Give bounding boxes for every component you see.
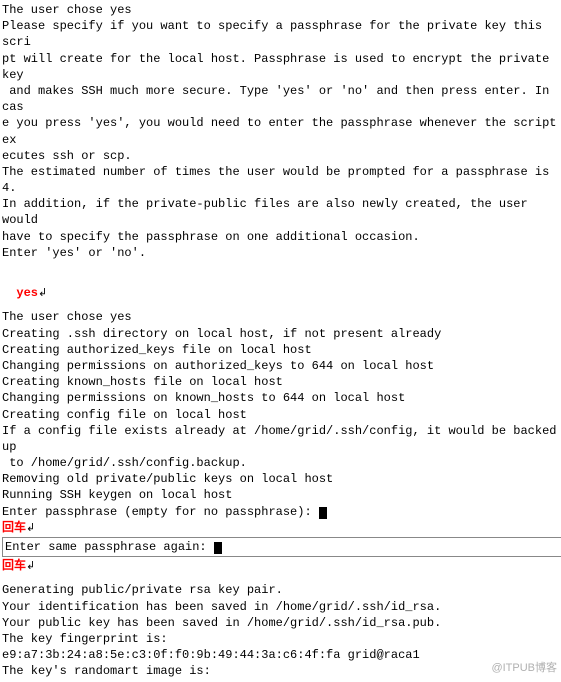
terminal-line: Creating authorized_keys file on local h… [2, 342, 561, 358]
confirm-passphrase-box[interactable]: Enter same passphrase again: [2, 537, 561, 557]
cursor-icon [214, 542, 222, 554]
newline-marker-icon: ↲ [26, 522, 35, 534]
annotation-line: 回车↲ [2, 520, 561, 536]
terminal-line: The key fingerprint is: [2, 631, 561, 647]
terminal-line: Creating config file on local host [2, 407, 561, 423]
terminal-output-block-1: The user chose yes Please specify if you… [2, 2, 561, 261]
terminal-line: Running SSH keygen on local host [2, 487, 561, 503]
terminal-line: e you press 'yes', you would need to ent… [2, 115, 561, 147]
terminal-line: to /home/grid/.ssh/config.backup. [2, 455, 561, 471]
confirm-passphrase-prompt-text: Enter same passphrase again: [5, 540, 214, 554]
terminal-line: If a config file exists already at /home… [2, 423, 561, 455]
terminal-line: pt will create for the local host. Passp… [2, 51, 561, 83]
terminal-line: Creating known_hosts file on local host [2, 374, 561, 390]
terminal-line: and makes SSH much more secure. Type 'ye… [2, 83, 561, 115]
terminal-line: The key's randomart image is: [2, 663, 561, 679]
terminal-line: The estimated number of times the user w… [2, 164, 561, 196]
annotation-label: 回车 [2, 559, 26, 573]
terminal-line: Enter 'yes' or 'no'. [2, 245, 561, 261]
terminal-line: Changing permissions on known_hosts to 6… [2, 390, 561, 406]
terminal-line: ecutes ssh or scp. [2, 148, 561, 164]
terminal-line: Creating .ssh directory on local host, i… [2, 326, 561, 342]
terminal-line: Please specify if you want to specify a … [2, 18, 561, 50]
newline-marker-icon: ↲ [26, 560, 35, 572]
user-input-line[interactable]: yes↲ [2, 269, 561, 301]
terminal-line: In addition, if the private-public files… [2, 196, 561, 228]
terminal-output-block-3: Generating public/private rsa key pair. … [2, 582, 561, 679]
terminal-line: The user chose yes [2, 2, 561, 18]
user-input-text: yes [16, 286, 38, 300]
terminal-line: Changing permissions on authorized_keys … [2, 358, 561, 374]
watermark-label: @ITPUB博客 [491, 661, 557, 676]
passphrase-prompt-line[interactable]: Enter passphrase (empty for no passphras… [2, 504, 561, 520]
terminal-line: The user chose yes [2, 309, 561, 325]
newline-marker-icon: ↲ [38, 287, 47, 299]
passphrase-prompt-text: Enter passphrase (empty for no passphras… [2, 505, 319, 519]
annotation-line: 回车↲ [2, 558, 561, 574]
terminal-line: Your identification has been saved in /h… [2, 599, 561, 615]
annotation-label: 回车 [2, 521, 26, 535]
terminal-line: Removing old private/public keys on loca… [2, 471, 561, 487]
terminal-line: have to specify the passphrase on one ad… [2, 229, 561, 245]
terminal-output-block-2: The user chose yes Creating .ssh directo… [2, 309, 561, 503]
cursor-icon [319, 507, 327, 519]
terminal-line: Generating public/private rsa key pair. [2, 582, 561, 598]
terminal-line: Your public key has been saved in /home/… [2, 615, 561, 631]
terminal-line: e9:a7:3b:24:a8:5e:c3:0f:f0:9b:49:44:3a:c… [2, 647, 561, 663]
